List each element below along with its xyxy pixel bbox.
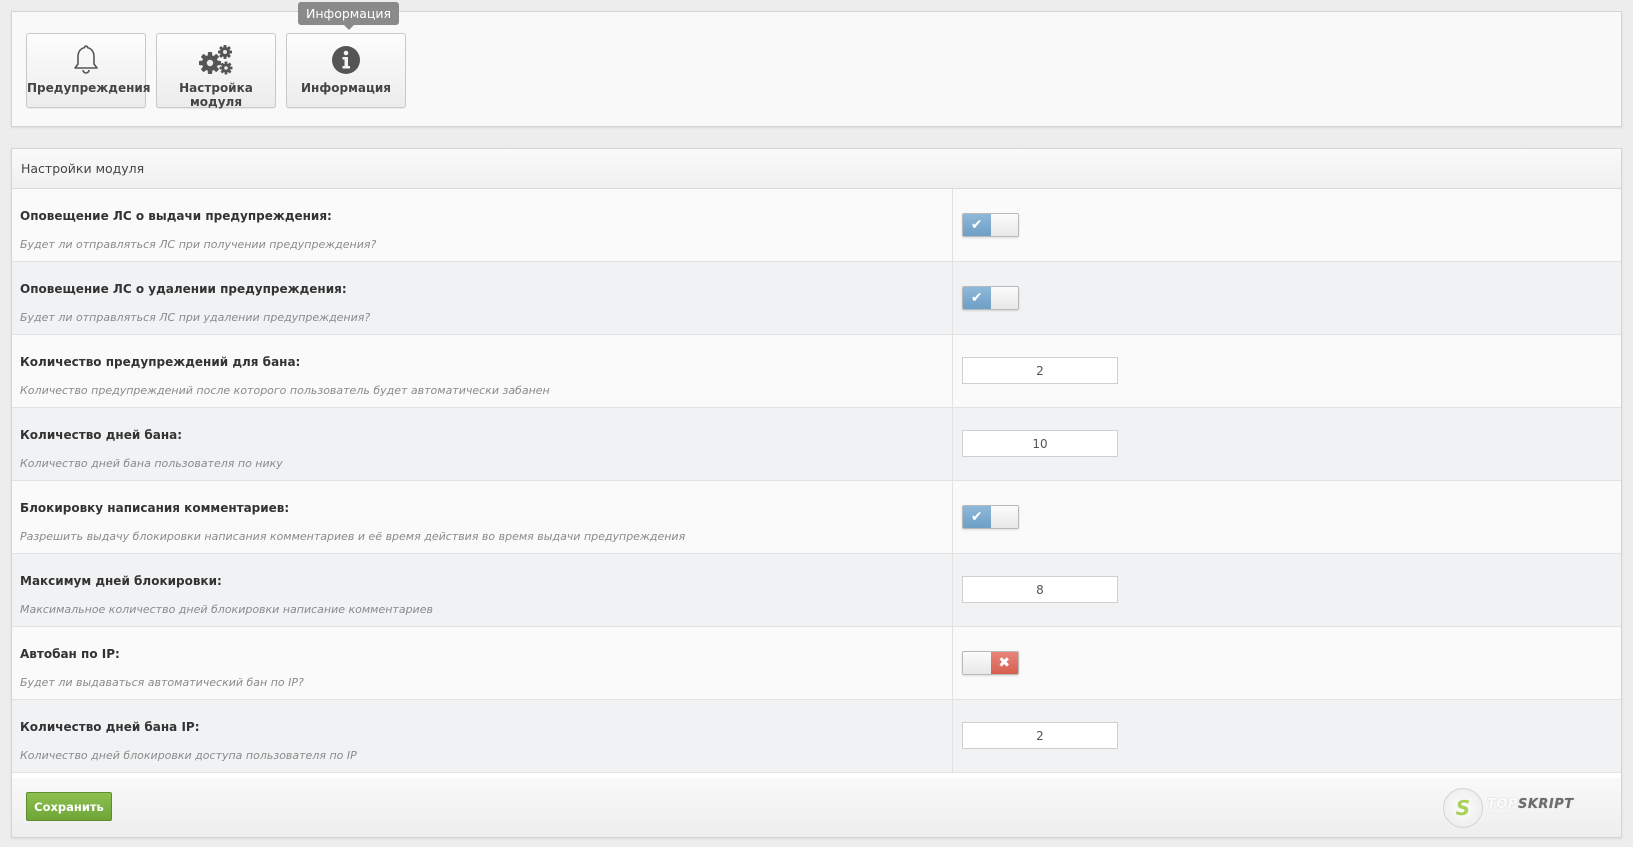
check-icon: ✔ <box>963 214 991 236</box>
setting-label-cell: Автобан по IP: Будет ли выдаваться автом… <box>12 627 953 699</box>
setting-title: Блокировку написания комментариев: <box>20 501 290 515</box>
close-icon: ✖ <box>990 652 1018 674</box>
setting-row-max-block-days: Максимум дней блокировки: Максимальное к… <box>12 554 1621 627</box>
setting-row-ip-ban-days: Количество дней бана IP: Количество дней… <box>12 700 1621 773</box>
toggle-knob <box>990 506 1018 528</box>
watermark-text: TOPSKRIPT <box>1487 797 1574 812</box>
information-tooltip: Информация <box>298 2 400 30</box>
setting-title: Максимум дней блокировки: <box>20 574 222 588</box>
pm-warning-removed-toggle[interactable]: ✔ <box>962 286 1019 310</box>
module-settings-button-label: Настройка модуля <box>179 81 253 109</box>
setting-hint: Будет ли выдаваться автоматический бан п… <box>20 676 304 689</box>
setting-hint: Разрешить выдачу блокировки написания ко… <box>20 530 686 543</box>
setting-row-ban-days: Количество дней бана: Количество дней ба… <box>12 408 1621 481</box>
module-settings-button[interactable]: Настройка модуля <box>156 33 276 109</box>
setting-title: Оповещение ЛС о удалении предупреждения: <box>20 282 347 296</box>
gears-icon <box>157 43 275 77</box>
info-icon <box>287 43 405 77</box>
setting-row-autoban-ip: Автобан по IP: Будет ли выдаваться автом… <box>12 627 1621 700</box>
setting-hint: Будет ли отправляться ЛС при удалении пр… <box>20 311 371 324</box>
autoban-ip-toggle[interactable]: ✖ <box>962 651 1019 675</box>
setting-row-comment-block: Блокировку написания комментариев: Разре… <box>12 481 1621 554</box>
setting-hint: Количество предупреждений после которого… <box>20 384 550 397</box>
check-icon: ✔ <box>963 287 991 309</box>
setting-label-cell: Оповещение ЛС о выдачи предупреждения: Б… <box>12 189 953 261</box>
toggle-knob <box>963 652 991 674</box>
setting-title: Автобан по IP: <box>20 647 120 661</box>
setting-label-cell: Количество дней бана: Количество дней ба… <box>12 408 953 480</box>
setting-hint: Будет ли отправляться ЛС при получении п… <box>20 238 377 251</box>
information-button-label: Информация <box>301 81 391 95</box>
setting-label-cell: Оповещение ЛС о удалении предупреждения:… <box>12 262 953 334</box>
setting-hint: Максимальное количество дней блокировки … <box>20 603 433 616</box>
max-block-days-input[interactable] <box>962 576 1118 603</box>
logo-icon: S <box>1443 788 1483 828</box>
setting-label-cell: Количество предупреждений для бана: Коли… <box>12 335 953 407</box>
topskript-watermark-logo: S TOPSKRIPT <box>1443 784 1593 832</box>
setting-title: Оповещение ЛС о выдачи предупреждения: <box>20 209 332 223</box>
warnings-for-ban-input[interactable] <box>962 357 1118 384</box>
warnings-button-label: Предупреждения <box>27 81 151 95</box>
comment-block-toggle[interactable]: ✔ <box>962 505 1019 529</box>
information-button[interactable]: Информация <box>286 33 406 108</box>
check-icon: ✔ <box>963 506 991 528</box>
setting-title: Количество дней бана: <box>20 428 183 442</box>
setting-label-cell: Блокировку написания комментариев: Разре… <box>12 481 953 553</box>
setting-title: Количество дней бана IP: <box>20 720 200 734</box>
toggle-knob <box>990 214 1018 236</box>
setting-label-cell: Количество дней бана IP: Количество дней… <box>12 700 953 772</box>
ban-days-input[interactable] <box>962 430 1118 457</box>
pm-warning-issued-toggle[interactable]: ✔ <box>962 213 1019 237</box>
panel-title: Настройки модуля <box>12 149 1621 189</box>
toggle-knob <box>990 287 1018 309</box>
setting-label-cell: Максимум дней блокировки: Максимальное к… <box>12 554 953 626</box>
setting-hint: Количество дней бана пользователя по ник… <box>20 457 283 470</box>
setting-row-pm-warning-removed: Оповещение ЛС о удалении предупреждения:… <box>12 262 1621 335</box>
ip-ban-days-input[interactable] <box>962 722 1118 749</box>
save-button[interactable]: Сохранить <box>26 792 112 821</box>
panel-footer: Сохранить S TOPSKRIPT <box>12 778 1621 837</box>
bell-icon <box>27 43 145 77</box>
setting-title: Количество предупреждений для бана: <box>20 355 301 369</box>
setting-row-pm-warning-issued: Оповещение ЛС о выдачи предупреждения: Б… <box>12 189 1621 262</box>
setting-hint: Количество дней блокировки доступа польз… <box>20 749 357 762</box>
warnings-button[interactable]: Предупреждения <box>26 33 151 108</box>
module-settings-panel: Настройки модуля Оповещение ЛС о выдачи … <box>11 148 1622 838</box>
toolbar-panel: Предупреждения Настройка модуля Информац… <box>11 11 1622 127</box>
setting-row-warnings-for-ban: Количество предупреждений для бана: Коли… <box>12 335 1621 408</box>
